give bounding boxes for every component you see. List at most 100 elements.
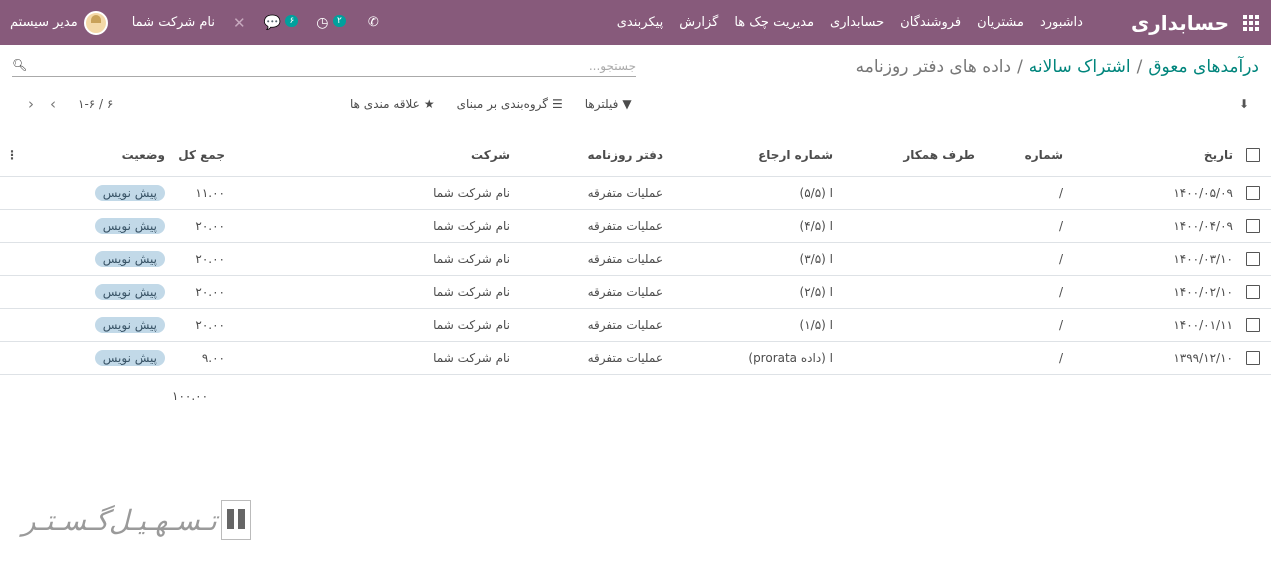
top-navbar: حسابداری داشبورد مشتریان فروشندگان حسابد…	[0, 0, 1271, 45]
breadcrumb-current: داده های دفتر روزنامه	[855, 57, 1012, 77]
status-badge: پیش نویس	[94, 350, 165, 366]
apps-menu-icon[interactable]	[1243, 14, 1259, 31]
cell-date: ۱۴۰۰/۰۴/۰۹	[1173, 219, 1233, 233]
cell-date: ۱۳۹۹/۱۲/۱۰	[1173, 351, 1233, 365]
chevron-left-icon[interactable]: ‹	[42, 95, 64, 113]
status-badge: پیش نویس	[94, 218, 165, 234]
select-all-checkbox[interactable]	[1246, 147, 1260, 162]
menu-item-customers[interactable]: مشتریان	[969, 15, 1032, 30]
menu-item-checks[interactable]: مدیریت چک ها	[726, 15, 822, 30]
cell-reference: ا (۵/۵)	[799, 186, 833, 200]
pager: › ‹ ۱-۶ / ۶	[20, 95, 113, 113]
cell-company: نام شرکت شما	[433, 285, 510, 299]
table-row[interactable]: ۱۴۰۰/۰۴/۰۹ / ا (۴/۵) عملیات متفرقه نام ش…	[0, 210, 1271, 243]
table-row[interactable]: ۱۴۰۰/۰۳/۱۰ / ا (۳/۵) عملیات متفرقه نام ش…	[0, 243, 1271, 276]
column-state[interactable]: وضعیت	[122, 133, 165, 176]
row-checkbox[interactable]	[1246, 285, 1260, 299]
activity-menu[interactable]: ◷ ۲	[316, 14, 346, 31]
cell-date: ۱۴۰۰/۰۵/۰۹	[1173, 186, 1233, 200]
journal-entries-table: تاریخ شماره طرف همکار شماره ارجاع دفتر ر…	[0, 133, 1271, 375]
table-row[interactable]: ۱۴۰۰/۰۲/۱۰ / ا (۲/۵) عملیات متفرقه نام ش…	[0, 276, 1271, 309]
cell-reference: ا (۳/۵)	[799, 252, 833, 266]
phone-icon[interactable]: ✆	[368, 15, 379, 30]
search-options: ▼ فیلترها ☰ گروه‌بندی بر مبنای ★ علاقه م…	[350, 97, 632, 111]
breadcrumb-annual-subscription[interactable]: اشتراک سالانه	[1029, 57, 1131, 77]
cell-reference: ا (۱/۵)	[799, 318, 833, 332]
row-checkbox[interactable]	[1246, 219, 1260, 233]
column-date[interactable]: تاریخ	[1204, 133, 1233, 176]
table-row[interactable]: ۱۴۰۰/۰۱/۱۱ / ا (۱/۵) عملیات متفرقه نام ش…	[0, 309, 1271, 342]
chat-badge: ۶	[285, 14, 299, 27]
cell-state: پیش نویس	[94, 177, 165, 209]
column-journal[interactable]: دفتر روزنامه	[587, 133, 663, 176]
pager-value[interactable]: ۱-۶ / ۶	[78, 97, 113, 111]
search-input[interactable]	[46, 57, 636, 75]
status-badge: پیش نویس	[94, 251, 165, 267]
cell-company: نام شرکت شما	[433, 219, 510, 233]
row-checkbox[interactable]	[1246, 252, 1260, 266]
breadcrumb-deferred-revenues[interactable]: درآمدهای معوق	[1148, 57, 1259, 77]
main-menu: داشبورد مشتریان فروشندگان حسابداری مدیری…	[609, 15, 1091, 30]
chat-icon: 💬	[263, 14, 281, 31]
cell-total: ۹.۰۰	[201, 351, 225, 365]
cell-number: /	[1058, 219, 1063, 233]
list-icon: ☰	[552, 97, 563, 111]
cell-reference: ا (۲/۵)	[799, 285, 833, 299]
row-checkbox[interactable]	[1246, 351, 1260, 365]
cell-total: ۲۰.۰۰	[195, 285, 225, 299]
column-partner[interactable]: طرف همکار	[903, 133, 975, 176]
menu-item-reporting[interactable]: گزارش	[671, 15, 726, 30]
user-menu[interactable]: مدیر سیستم	[10, 10, 108, 35]
cell-company: نام شرکت شما	[433, 186, 510, 200]
favorites-button[interactable]: ★ علاقه مندی ها	[350, 97, 435, 111]
filters-button[interactable]: ▼ فیلترها	[585, 97, 632, 111]
cell-journal: عملیات متفرقه	[587, 186, 663, 200]
cell-total: ۲۰.۰۰	[195, 318, 225, 332]
close-icon[interactable]: ✕	[233, 14, 246, 32]
status-badge: پیش نویس	[94, 317, 165, 333]
menu-item-configuration[interactable]: پیکربندی	[609, 15, 671, 30]
star-icon: ★	[423, 97, 435, 111]
table-row[interactable]: ۱۴۰۰/۰۵/۰۹ / ا (۵/۵) عملیات متفرقه نام ش…	[0, 177, 1271, 210]
download-icon[interactable]: ⬇	[1239, 97, 1249, 111]
column-number[interactable]: شماره	[1025, 133, 1063, 176]
cell-state: پیش نویس	[94, 309, 165, 341]
brand-logo-icon	[220, 500, 251, 540]
search-icon[interactable]: 🔍︎	[12, 58, 27, 72]
cell-reference: ا (داده prorata)	[748, 351, 833, 365]
clock-icon: ◷	[316, 14, 329, 31]
column-company[interactable]: شرکت	[471, 133, 510, 176]
cell-journal: عملیات متفرقه	[587, 219, 663, 233]
favorites-label: علاقه مندی ها	[350, 97, 420, 111]
cell-total: ۲۰.۰۰	[195, 252, 225, 266]
row-checkbox[interactable]	[1246, 186, 1260, 200]
row-checkbox[interactable]	[1246, 318, 1260, 332]
breadcrumb: درآمدهای معوق/اشتراک سالانه/داده های دفت…	[855, 57, 1259, 77]
user-name: مدیر سیستم	[10, 15, 78, 30]
sum-total: ۱۰۰.۰۰	[172, 389, 209, 403]
activity-badge: ۲	[332, 14, 346, 27]
group-by-button[interactable]: ☰ گروه‌بندی بر مبنای	[457, 97, 563, 111]
menu-item-accounting[interactable]: حسابداری	[822, 15, 892, 30]
column-total[interactable]: جمع کل	[178, 133, 225, 176]
menu-item-vendors[interactable]: فروشندگان	[892, 15, 969, 30]
app-brand[interactable]: حسابداری	[1131, 11, 1229, 35]
cell-state: پیش نویس	[94, 342, 165, 374]
cell-reference: ا (۴/۵)	[799, 219, 833, 233]
status-badge: پیش نویس	[94, 284, 165, 300]
company-switcher[interactable]: نام شرکت شما	[132, 15, 215, 30]
messaging-menu[interactable]: 💬 ۶	[263, 14, 299, 31]
systray: مدیر سیستم نام شرکت شما ✕ 💬 ۶ ◷ ۲ ✆	[10, 0, 379, 45]
chevron-right-icon[interactable]: ›	[20, 95, 42, 113]
cell-journal: عملیات متفرقه	[587, 351, 663, 365]
cell-company: نام شرکت شما	[433, 252, 510, 266]
cell-total: ۱۱.۰۰	[195, 186, 225, 200]
menu-item-dashboard[interactable]: داشبورد	[1032, 15, 1091, 30]
watermark-text: تـسـهـیـل‌گـسـتـر	[22, 503, 217, 537]
table-row[interactable]: ۱۳۹۹/۱۲/۱۰ / ا (داده prorata) عملیات متف…	[0, 342, 1271, 375]
optional-columns-icon[interactable]: ⋮	[6, 133, 18, 176]
filters-label: فیلترها	[584, 97, 619, 111]
table-header: تاریخ شماره طرف همکار شماره ارجاع دفتر ر…	[0, 133, 1271, 177]
watermark-logo: تـسـهـیـل‌گـسـتـر	[22, 500, 251, 540]
column-reference[interactable]: شماره ارجاع	[758, 133, 833, 176]
